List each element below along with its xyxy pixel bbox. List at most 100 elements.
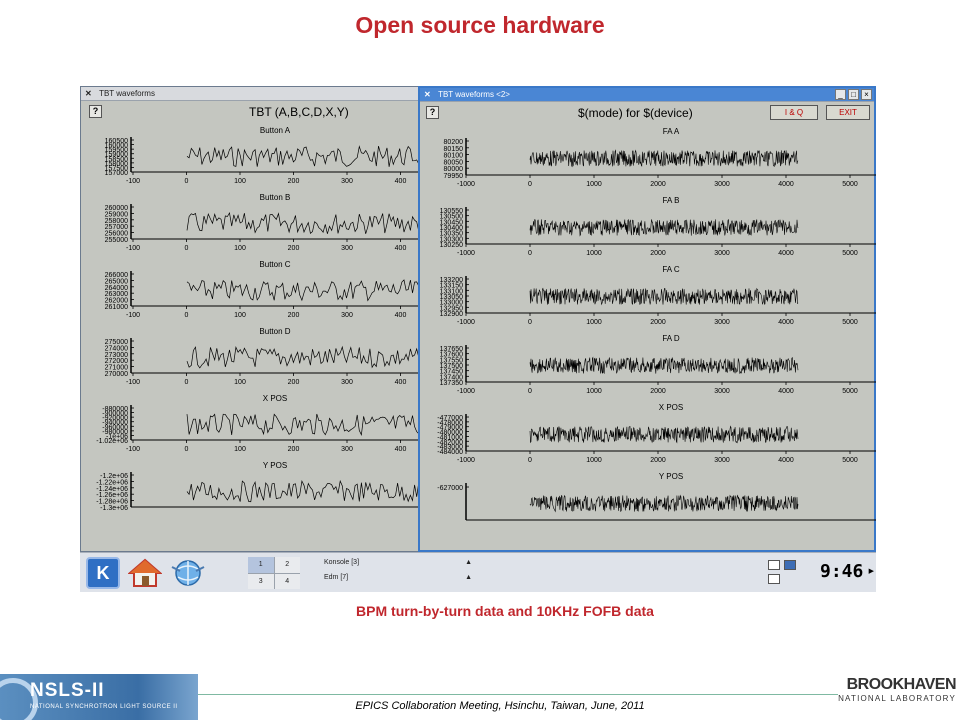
x-tick-label: 300	[341, 446, 353, 453]
y-tick-label: 261000	[105, 304, 128, 311]
waveform-trace	[529, 356, 799, 375]
x-tick-label: 100	[234, 245, 246, 252]
brookhaven-logo: BROOKHAVEN NATIONAL LABORATORY	[836, 676, 960, 716]
help-button[interactable]: ?	[426, 106, 439, 119]
waveform-trace	[529, 149, 799, 168]
tbt-waveforms-window[interactable]: ✕ TBT waveforms ? TBT (A,B,C,D,X,Y) Butt…	[80, 86, 421, 552]
desktop-4-button[interactable]: 4	[274, 573, 300, 589]
waveform-trace	[186, 212, 421, 234]
left-plot-6: Y POS-1.2e+06-1.22e+06-1.24e+06-1.26e+06…	[96, 461, 421, 512]
iq-button[interactable]: I & Q	[770, 105, 818, 120]
right-window-titlebar[interactable]: ✕ TBT waveforms <2> _ □ ×	[420, 88, 874, 102]
right-plots-area: FA A802008015080100800508000079950-1000 0…	[437, 127, 876, 521]
x-tick-label: 0	[185, 312, 189, 319]
right-plot-1: FA A802008015080100800508000079950-1000 0…	[444, 127, 876, 188]
x-tick-label: -1000	[457, 457, 475, 464]
y-tick-label: 130250	[440, 242, 463, 249]
x-tick-label: 300	[341, 312, 353, 319]
x-tick-label: 4000	[778, 319, 794, 326]
close-icon[interactable]: ×	[861, 89, 872, 100]
home-icon[interactable]	[128, 557, 162, 589]
x-tick-label: 4000	[778, 457, 794, 464]
y-tick-label: -1.3e+06	[100, 505, 128, 512]
maximize-icon[interactable]: □	[848, 89, 859, 100]
right-plot-5: X POS-477000-478000-479000-480000-481000…	[437, 403, 876, 464]
x-tick-label: 2000	[650, 250, 666, 257]
x-tick-label: 3000	[714, 388, 730, 395]
display-icon[interactable]	[784, 560, 796, 570]
x-tick-label: 300	[341, 178, 353, 185]
x-tick-label: 1000	[586, 457, 602, 464]
close-x-icon[interactable]: ✕	[85, 87, 97, 100]
x-tick-label: 400	[395, 312, 407, 319]
desktop-2-button[interactable]: 2	[274, 557, 300, 573]
desktop-3-button[interactable]: 3	[248, 573, 274, 589]
slide: Open source hardware ✕ TBT waveforms ? T…	[0, 0, 960, 720]
task-konsole-label: Konsole [3]	[324, 559, 360, 566]
plot-title: FA B	[663, 196, 680, 205]
right-plot-6: Y POS -627000	[437, 472, 876, 521]
plot-title: Button C	[259, 260, 290, 269]
x-tick-label: 200	[288, 446, 300, 453]
system-tray	[766, 558, 802, 588]
task-edm[interactable]: Edm [7] ▲	[312, 571, 472, 586]
tbt-waveforms-2-window[interactable]: ✕ TBT waveforms <2> _ □ × ? $(mode) for …	[418, 86, 876, 552]
chevron-up-icon: ▲	[465, 574, 472, 581]
x-tick-label: 0	[528, 250, 532, 257]
x-tick-label: 5000	[842, 319, 858, 326]
plot-title: Button A	[260, 126, 291, 135]
x-tick-label: 3000	[714, 457, 730, 464]
x-tick-label: 200	[288, 312, 300, 319]
x-tick-label: 0	[185, 446, 189, 453]
desktop-screenshot: ✕ TBT waveforms ? TBT (A,B,C,D,X,Y) Butt…	[80, 86, 876, 592]
minimize-icon[interactable]: _	[835, 89, 846, 100]
x-tick-label: 5000	[842, 457, 858, 464]
plot-title: X POS	[659, 403, 683, 412]
desktop-1-button[interactable]: 1	[248, 557, 274, 573]
web-browser-icon[interactable]	[170, 557, 206, 589]
x-tick-label: 0	[528, 388, 532, 395]
exit-button[interactable]: EXIT	[826, 105, 870, 120]
x-tick-label: 2000	[650, 388, 666, 395]
plot-title: Y POS	[659, 472, 683, 481]
help-button[interactable]: ?	[89, 105, 102, 118]
waveform-trace	[529, 425, 799, 444]
x-tick-label: -100	[126, 245, 140, 252]
x-tick-label: 100	[234, 178, 246, 185]
waveform-trace	[186, 145, 421, 167]
waveform-trace	[529, 287, 799, 306]
x-tick-label: 3000	[714, 181, 730, 188]
left-plot-5: X POS-880000-900000-920000-940000-960000…	[96, 394, 421, 453]
x-tick-label: 100	[234, 446, 246, 453]
kde-menu-icon[interactable]: K	[86, 557, 120, 589]
left-window-titlebar-text: TBT waveforms	[99, 89, 155, 98]
close-x-icon[interactable]: ✕	[424, 88, 436, 101]
x-tick-label: -100	[126, 379, 140, 386]
left-window-titlebar[interactable]: ✕ TBT waveforms	[81, 87, 419, 101]
x-tick-label: 5000	[842, 181, 858, 188]
x-tick-label: -1000	[457, 319, 475, 326]
x-tick-label: 2000	[650, 457, 666, 464]
x-tick-label: 3000	[714, 250, 730, 257]
y-tick-label: 79950	[444, 173, 464, 180]
footer-text: EPICS Collaboration Meeting, Hsinchu, Ta…	[355, 700, 645, 712]
plot-title: Button D	[259, 327, 290, 336]
waveform-trace	[529, 494, 799, 513]
left-window-header: ? TBT (A,B,C,D,X,Y)	[81, 101, 419, 123]
slide-title: Open source hardware	[355, 12, 605, 38]
desktop-pager: 1 2 3 4	[248, 557, 300, 589]
chevron-right-icon[interactable]: ▶	[869, 567, 874, 575]
right-window-titlebar-text: TBT waveforms <2>	[438, 90, 510, 99]
x-tick-label: 200	[288, 178, 300, 185]
printer-icon[interactable]	[768, 574, 780, 584]
brookhaven-logo-text: BROOKHAVEN	[846, 676, 957, 693]
left-plot-1: Button A16050016000015950015900015850015…	[105, 126, 421, 185]
waveform-trace	[186, 479, 421, 503]
x-tick-label: 5000	[842, 250, 858, 257]
left-plot-3: Button C26600026500026400026300026200026…	[105, 260, 421, 319]
task-konsole[interactable]: Konsole [3] ▲	[312, 556, 472, 571]
x-tick-label: 200	[288, 245, 300, 252]
plot-title: Y POS	[263, 461, 287, 470]
x-tick-label: -100	[126, 178, 140, 185]
clipboard-icon[interactable]	[768, 560, 780, 570]
